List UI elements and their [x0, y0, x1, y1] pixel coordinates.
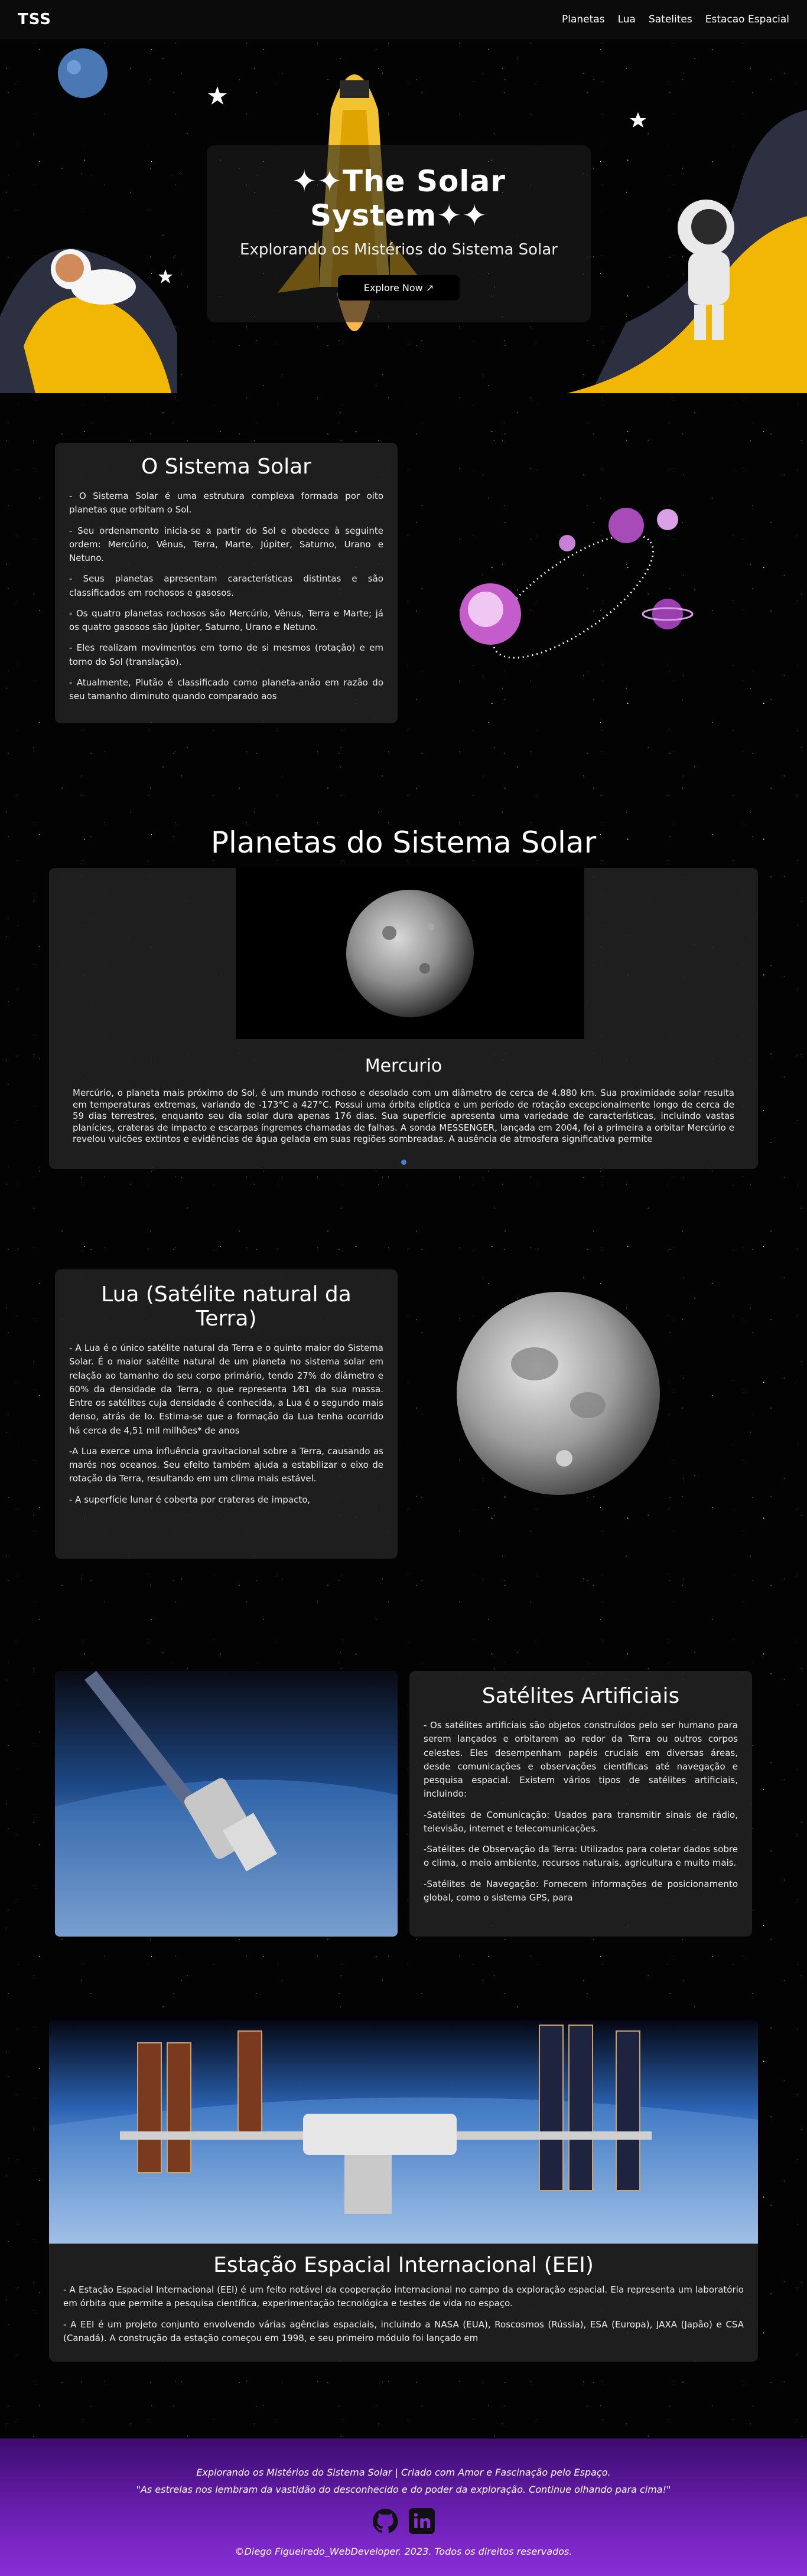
- nav-link-satelites[interactable]: Satelites: [649, 14, 692, 25]
- carousel-indicators: [49, 1156, 758, 1167]
- footer-quote: "As estrelas nos lembram da vastidão do …: [136, 2484, 671, 2495]
- space-station-paragraph: - A Estação Espacial Internacional (EEI)…: [63, 2284, 744, 2309]
- hero-section: ✦✦The Solar System✦✦ Explorando os Misté…: [0, 39, 807, 393]
- moon-title: Lua (Satélite natural da Terra): [101, 1282, 352, 1331]
- solar-system-paragraph: - Eles realizam movimentos em torno de s…: [69, 642, 383, 667]
- planets-orbit-illustration: [460, 508, 694, 659]
- satellites-paragraph: - Os satélites artificiais são objetos c…: [424, 1720, 738, 1800]
- moon-image: [457, 1292, 660, 1495]
- solar-system-title: O Sistema Solar: [141, 455, 311, 479]
- satellites-paragraph: -Satélites de Navegação: Fornecem inform…: [424, 1878, 738, 1903]
- brand-logo[interactable]: TSS: [18, 11, 51, 28]
- hero-subtitle: Explorando os Mistérios do Sistema Solar: [240, 241, 558, 259]
- satellites-paragraph: -Satélites de Comunicação: Usados para t…: [424, 1809, 738, 1834]
- satellites-panel: Satélites Artificiais - Os satélites art…: [409, 1671, 752, 1937]
- moon-paragraph: - A Lua é o único satélite natural da Te…: [69, 1343, 383, 1436]
- explore-now-button[interactable]: Explore Now ↗: [337, 275, 460, 301]
- github-icon[interactable]: [372, 2508, 398, 2534]
- nav-link-planetas[interactable]: Planetas: [562, 14, 605, 25]
- planets-section-title: Planetas do Sistema Solar: [210, 825, 597, 860]
- moon-paragraph: -A Lua exerce uma influência gravitacion…: [69, 1445, 383, 1484]
- nav-link-estacao-espacial[interactable]: Estacao Espacial: [705, 14, 789, 25]
- hero-card: ✦✦The Solar System✦✦ Explorando os Misté…: [207, 145, 591, 322]
- space-station-panel: Estação Espacial Internacional (EEI) - A…: [49, 2019, 758, 2362]
- satellite-image: [55, 1671, 398, 1937]
- satellites-title: Satélites Artificiais: [481, 1684, 680, 1708]
- footer-copyright: ©Diego Figueiredo_WebDeveloper. 2023. To…: [235, 2546, 572, 2557]
- solar-system-paragraph: - Atualmente, Plutão é classificado como…: [69, 677, 383, 701]
- solar-system-paragraph: - O Sistema Solar é uma estrutura comple…: [69, 491, 383, 515]
- moon-panel: Lua (Satélite natural da Terra) - A Lua …: [55, 1269, 398, 1559]
- nav-links: Planetas Lua Satelites Estacao Espacial: [562, 14, 789, 25]
- moon-paragraph: - A superfície lunar é coberta por crate…: [69, 1494, 311, 1505]
- footer: Explorando os Mistérios do Sistema Solar…: [0, 2438, 807, 2576]
- solar-system-paragraph: - Seus planetas apresentam característic…: [69, 573, 383, 598]
- planet-icon: [608, 508, 644, 543]
- mercury-image: [236, 868, 584, 1039]
- planet-icon: [657, 509, 678, 530]
- space-station-title: Estação Espacial Internacional (EEI): [213, 2253, 594, 2277]
- footer-tagline: Explorando os Mistérios do Sistema Solar…: [196, 2467, 611, 2478]
- space-station-paragraph: - A EEI é um projeto conjunto envolvendo…: [63, 2319, 744, 2343]
- hero-title: ✦✦The Solar System✦✦: [292, 164, 506, 233]
- social-links: [0, 2508, 807, 2534]
- linkedin-icon[interactable]: [409, 2508, 435, 2534]
- solar-system-paragraph: - Os quatro planetas rochosos são Mercúr…: [69, 608, 383, 632]
- navbar: TSS Planetas Lua Satelites Estacao Espac…: [0, 0, 807, 39]
- carousel-dot[interactable]: [401, 1160, 406, 1165]
- space-station-image: [49, 2019, 758, 2244]
- planet-icon: [559, 535, 575, 551]
- planet-name: Mercurio: [365, 1056, 442, 1076]
- solar-system-paragraph: - Seu ordenamento inicia-se a partir do …: [69, 525, 383, 564]
- earth-icon: [58, 48, 108, 98]
- planet-description: Mercúrio, o planeta mais próximo do Sol,…: [73, 1088, 734, 1144]
- nav-link-lua[interactable]: Lua: [618, 14, 636, 25]
- solar-system-panel: O Sistema Solar - O Sistema Solar é uma …: [55, 443, 398, 723]
- planet-icon: [652, 599, 683, 629]
- satellites-paragraph: -Satélites de Observação da Terra: Utili…: [424, 1844, 738, 1869]
- planet-carousel-card: Mercurio Mercúrio, o planeta mais próxim…: [49, 868, 758, 1169]
